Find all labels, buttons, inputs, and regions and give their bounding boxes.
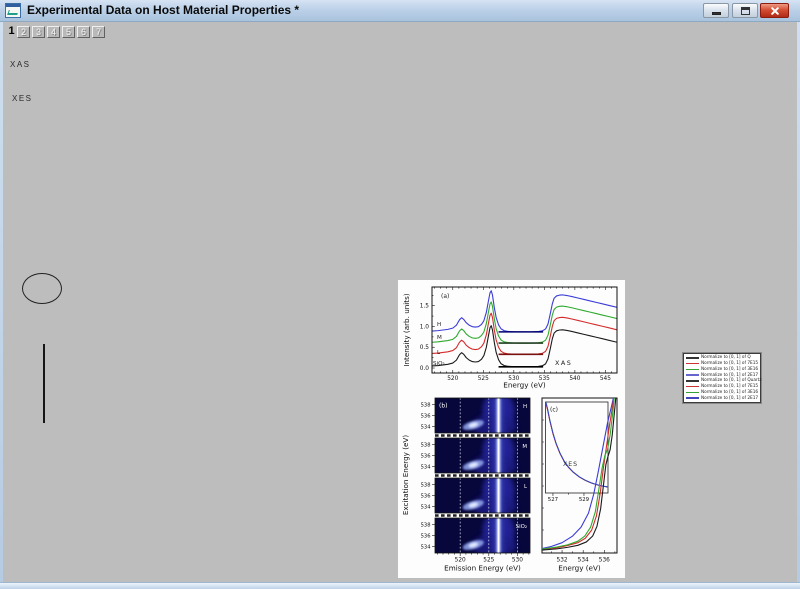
legend-label: Normalize to [0, 1] of 2E17 [701,396,758,401]
graph-workspace: 1 2 3 4 5 6 7 XAS XES 520525530535540545… [3,22,797,582]
heatmap-subpanel: L [435,470,530,518]
annotation-xas-label[interactable]: XAS [10,60,31,69]
svg-text:536: 536 [421,534,431,540]
layer-button-4[interactable]: 4 [47,26,60,38]
ellipse-annotation[interactable] [22,273,62,304]
spectra-figure[interactable]: 5205255305355405450.00.51.01.5SiO₂LMH(a)… [398,280,625,578]
legend-line-swatch [686,357,699,358]
svg-text:538: 538 [421,483,431,489]
svg-text:529: 529 [579,497,590,503]
svg-text:(c): (c) [550,407,558,414]
legend-line-swatch [686,380,699,381]
legend-label: Normalize to [0, 1] of 7E15 [701,384,758,389]
panel-b-rixs-maps: H (b) 534 536 538 M 534 536 538 L 534 536 538 SiO₂ 534… [401,390,530,573]
legend-item: Normalize to [0, 1] of Quartz [686,378,758,383]
svg-text:Energy (eV): Energy (eV) [558,564,601,573]
legend-item: Normalize to [0, 1] of 2E17 [686,373,758,378]
svg-text:520: 520 [447,376,458,382]
maximize-button[interactable] [732,3,758,18]
svg-text:545: 545 [600,376,611,382]
svg-text:534: 534 [421,504,432,510]
heatmap-subpanel: M [435,430,530,478]
svg-text:H: H [437,322,441,328]
legend-line-swatch [686,369,699,370]
svg-text:(a): (a) [441,293,449,300]
legend-label: Normalize to [0, 1] of Q [701,356,751,361]
layer-button-5[interactable]: 5 [62,26,75,38]
svg-text:538: 538 [421,443,431,449]
legend-item: Normalize to [0, 1] of 2E17 [686,396,758,401]
svg-text:SiO₂: SiO₂ [433,361,445,367]
svg-text:1.5: 1.5 [420,304,430,310]
svg-text:0.0: 0.0 [420,366,430,372]
legend-label: Normalize to [0, 1] of 2E17 [701,373,758,378]
legend-line-swatch [686,386,699,387]
minimize-icon [712,12,721,15]
panel-a-xas: 5205255305355405450.00.51.01.5SiO₂LMH(a)… [402,287,617,390]
legend-line-swatch [686,392,699,393]
legend-label: Normalize to [0, 1] of Quartz [701,379,762,384]
legend-item: Normalize to [0, 1] of 3E16 [686,390,758,395]
legend-label: Normalize to [0, 1] of 3E16 [701,390,758,395]
legend-line-swatch [686,397,699,398]
layer-button-7[interactable]: 7 [92,26,105,38]
application-window: Experimental Data on Host Material Prope… [0,0,800,589]
legend-line-swatch [686,374,699,375]
title-bar[interactable]: Experimental Data on Host Material Prope… [0,0,800,22]
minimize-button[interactable] [703,3,729,18]
layer-button-2[interactable]: 2 [17,26,30,38]
window-border-bottom [0,582,800,589]
svg-text:525: 525 [478,376,489,382]
svg-text:Intensity (arb. units): Intensity (arb. units) [402,293,411,367]
maximize-icon [741,7,750,15]
layer-button-3[interactable]: 3 [32,26,45,38]
svg-text:527: 527 [548,497,558,503]
svg-text:L: L [524,484,527,490]
legend-item: Normalize to [0, 1] of 7E15 [686,384,758,389]
svg-text:0.5: 0.5 [420,345,430,351]
figure-legend[interactable]: Normalize to [0, 1] of QNormalize to [0,… [683,353,761,403]
svg-text:(b): (b) [439,403,448,410]
svg-text:534: 534 [421,424,432,430]
svg-text:SiO₂: SiO₂ [516,524,527,530]
graph-window-icon [5,3,21,18]
layer-button-1-active[interactable]: 1 [6,24,17,38]
svg-text:536: 536 [421,494,431,500]
svg-text:538: 538 [421,403,431,409]
svg-text:XAS: XAS [555,359,572,367]
svg-text:M: M [437,335,442,341]
svg-text:Emission Energy (eV): Emission Energy (eV) [444,564,521,573]
svg-text:Energy (eV): Energy (eV) [503,381,546,390]
svg-text:540: 540 [569,376,580,382]
legend-item: Normalize to [0, 1] of Q [686,355,758,360]
svg-text:M: M [522,444,527,450]
legend-label: Normalize to [0, 1] of 3E16 [701,367,758,372]
legend-label: Normalize to [0, 1] of 7E15 [701,361,758,366]
figure-svg[interactable]: 5205255305355405450.00.51.01.5SiO₂LMH(a)… [398,280,625,578]
legend-item: Normalize to [0, 1] of 3E16 [686,367,758,372]
svg-text:H: H [523,404,527,410]
svg-text:536: 536 [421,454,431,460]
heatmap-subpanel: H (b) [435,390,530,438]
svg-text:536: 536 [421,414,431,420]
panel-c-xes: 532534536Energy (eV)527529(c)XES [542,394,617,573]
heatmap-subpanel: SiO₂ [435,510,530,558]
line-annotation[interactable] [43,344,45,423]
layer-button-6[interactable]: 6 [77,26,90,38]
close-button[interactable] [760,3,789,18]
svg-text:534: 534 [421,464,432,470]
svg-text:Excitation Energy (eV): Excitation Energy (eV) [401,435,410,515]
svg-text:1.0: 1.0 [420,324,430,330]
annotation-xes-label[interactable]: XES [12,94,33,103]
svg-text:XES: XES [563,461,578,468]
legend-line-swatch [686,363,699,364]
window-title: Experimental Data on Host Material Prope… [27,0,299,22]
svg-text:534: 534 [421,544,432,550]
legend-item: Normalize to [0, 1] of 7E15 [686,361,758,366]
svg-text:538: 538 [421,523,431,529]
